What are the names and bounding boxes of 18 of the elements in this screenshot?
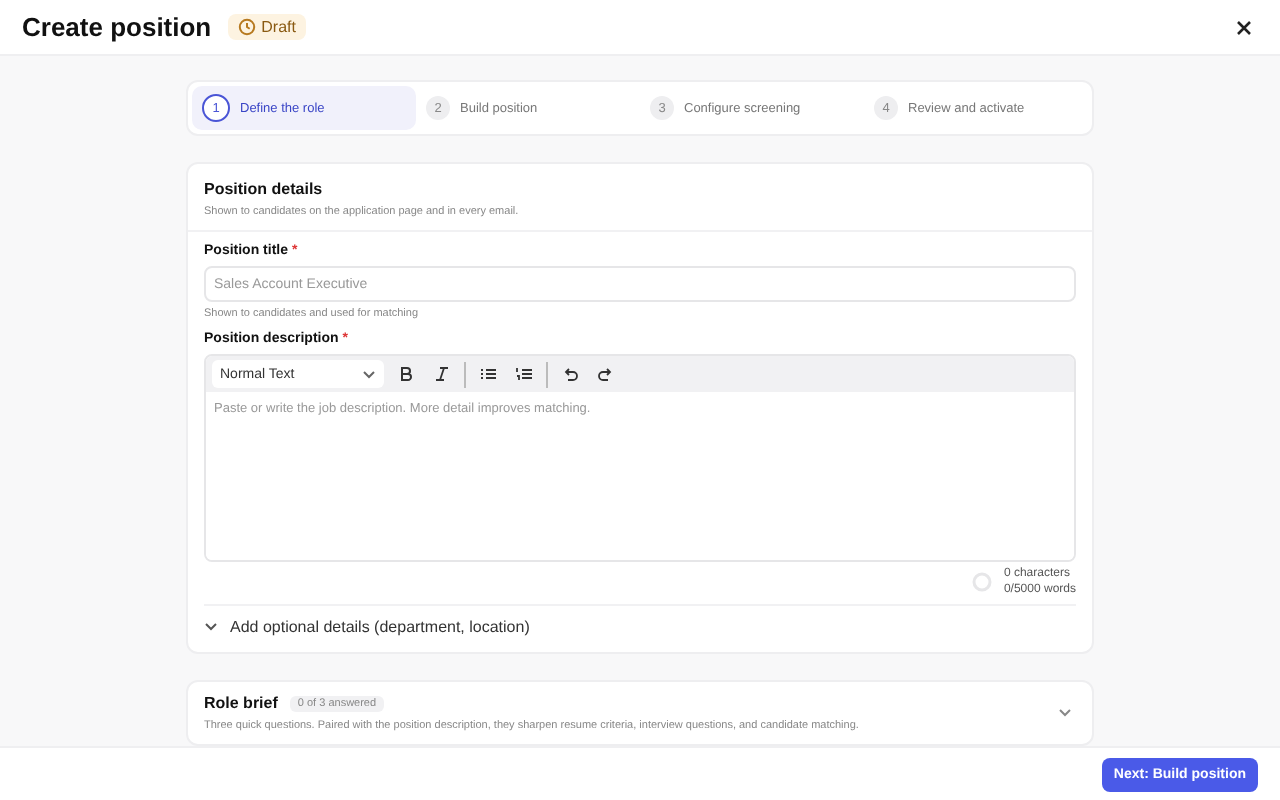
section-title: Role brief [204, 694, 278, 712]
clock-icon [237, 18, 256, 36]
chevron-down-icon [362, 369, 376, 379]
chevron-icon [204, 622, 218, 632]
expand-button[interactable] [1054, 704, 1076, 722]
status-badge: Draft [227, 14, 306, 40]
redo-icon [598, 366, 614, 382]
optional-details-toggle[interactable]: Add optional details (department, location) [204, 606, 1076, 644]
italic-icon [434, 366, 450, 382]
bold-icon [398, 366, 414, 382]
undo-icon [562, 366, 578, 382]
close-icon [1236, 19, 1252, 35]
chevron-down-icon [1058, 708, 1072, 718]
numbered-list-icon [516, 366, 532, 382]
progress-ring-icon [971, 572, 992, 592]
section-title: Position details [204, 180, 325, 198]
page-title: Create position [22, 12, 212, 42]
bullet-list-icon [480, 366, 496, 382]
